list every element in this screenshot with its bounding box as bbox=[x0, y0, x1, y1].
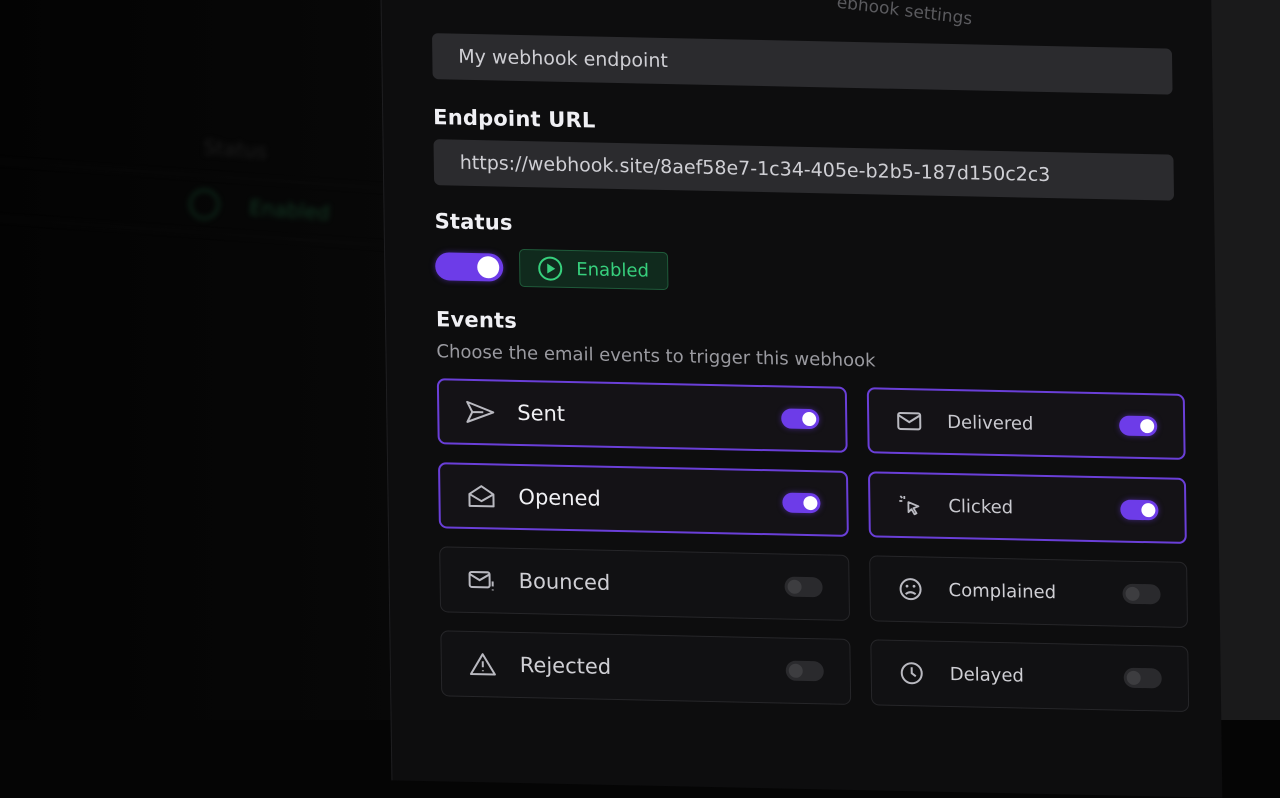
event-name: Sent bbox=[517, 400, 566, 426]
status-badge: Enabled bbox=[518, 248, 669, 291]
play-circle-icon bbox=[538, 256, 563, 281]
event-name: Complained bbox=[948, 579, 1057, 603]
toggle-knob bbox=[803, 495, 818, 511]
event-toggle-clicked[interactable] bbox=[1120, 499, 1159, 521]
alert-triangle-icon bbox=[468, 651, 498, 678]
endpoint-url-value: https://webhook.site/8aef58e7-1c34-405e-… bbox=[459, 151, 1051, 187]
event-card-complained[interactable]: Complained bbox=[869, 555, 1189, 628]
cursor-click-icon bbox=[896, 492, 926, 519]
toggle-knob bbox=[802, 411, 817, 427]
events-label: Events bbox=[435, 307, 518, 333]
event-toggle-delayed[interactable] bbox=[1123, 667, 1162, 689]
event-name: Delivered bbox=[947, 411, 1034, 435]
event-name: Opened bbox=[518, 484, 601, 511]
panel-content: My webhook endpoint Endpoint URL https:/… bbox=[431, 0, 1190, 713]
status-label: Status bbox=[434, 209, 513, 235]
toggle-knob bbox=[1140, 418, 1155, 434]
mail-check-icon bbox=[895, 408, 925, 435]
toggle-knob bbox=[788, 663, 803, 678]
webhook-name-value: My webhook endpoint bbox=[458, 45, 669, 73]
status-toggle[interactable] bbox=[435, 252, 504, 282]
event-name: Delayed bbox=[949, 663, 1025, 687]
event-name: Rejected bbox=[519, 652, 612, 679]
frown-icon bbox=[896, 576, 926, 603]
play-circle-icon bbox=[188, 188, 221, 221]
background-status-header: Status bbox=[202, 135, 268, 164]
endpoint-url-label: Endpoint URL bbox=[433, 105, 596, 133]
mail-warning-icon bbox=[466, 567, 496, 594]
status-badge-label: Enabled bbox=[576, 258, 650, 282]
events-grid: Sent Delivered Opened Clicked Bounced Co… bbox=[436, 378, 1190, 713]
toggle-knob bbox=[1141, 503, 1156, 518]
endpoint-url-input[interactable]: https://webhook.site/8aef58e7-1c34-405e-… bbox=[433, 139, 1175, 201]
event-card-rejected[interactable]: Rejected bbox=[440, 630, 852, 705]
event-toggle-opened[interactable] bbox=[782, 492, 821, 514]
event-card-bounced[interactable]: Bounced bbox=[439, 546, 851, 621]
event-toggle-sent[interactable] bbox=[781, 408, 820, 430]
clock-icon bbox=[898, 660, 928, 687]
send-icon bbox=[465, 399, 495, 426]
event-card-delivered[interactable]: Delivered bbox=[866, 387, 1186, 460]
toggle-knob bbox=[1126, 670, 1141, 686]
background-status-value: Enabled bbox=[248, 195, 331, 226]
event-name: Bounced bbox=[518, 568, 611, 595]
event-toggle-bounced[interactable] bbox=[784, 576, 823, 598]
event-card-clicked[interactable]: Clicked bbox=[867, 471, 1187, 544]
event-card-delayed[interactable]: Delayed bbox=[870, 639, 1190, 713]
event-name: Clicked bbox=[948, 495, 1014, 518]
event-toggle-complained[interactable] bbox=[1122, 583, 1161, 605]
webhook-name-input[interactable]: My webhook endpoint bbox=[432, 33, 1173, 95]
event-card-sent[interactable]: Sent bbox=[436, 378, 848, 453]
events-description: Choose the email events to trigger this … bbox=[436, 341, 876, 372]
toggle-knob bbox=[1125, 586, 1140, 601]
event-toggle-rejected[interactable] bbox=[785, 660, 824, 682]
event-card-opened[interactable]: Opened bbox=[437, 462, 849, 537]
webhook-settings-panel: ebhook settings My webhook endpoint Endp… bbox=[380, 0, 1223, 798]
event-toggle-delivered[interactable] bbox=[1119, 415, 1158, 437]
toggle-knob bbox=[477, 256, 500, 279]
mail-open-icon bbox=[466, 483, 496, 510]
toggle-knob bbox=[787, 579, 802, 594]
status-row: Enabled bbox=[435, 247, 1175, 301]
